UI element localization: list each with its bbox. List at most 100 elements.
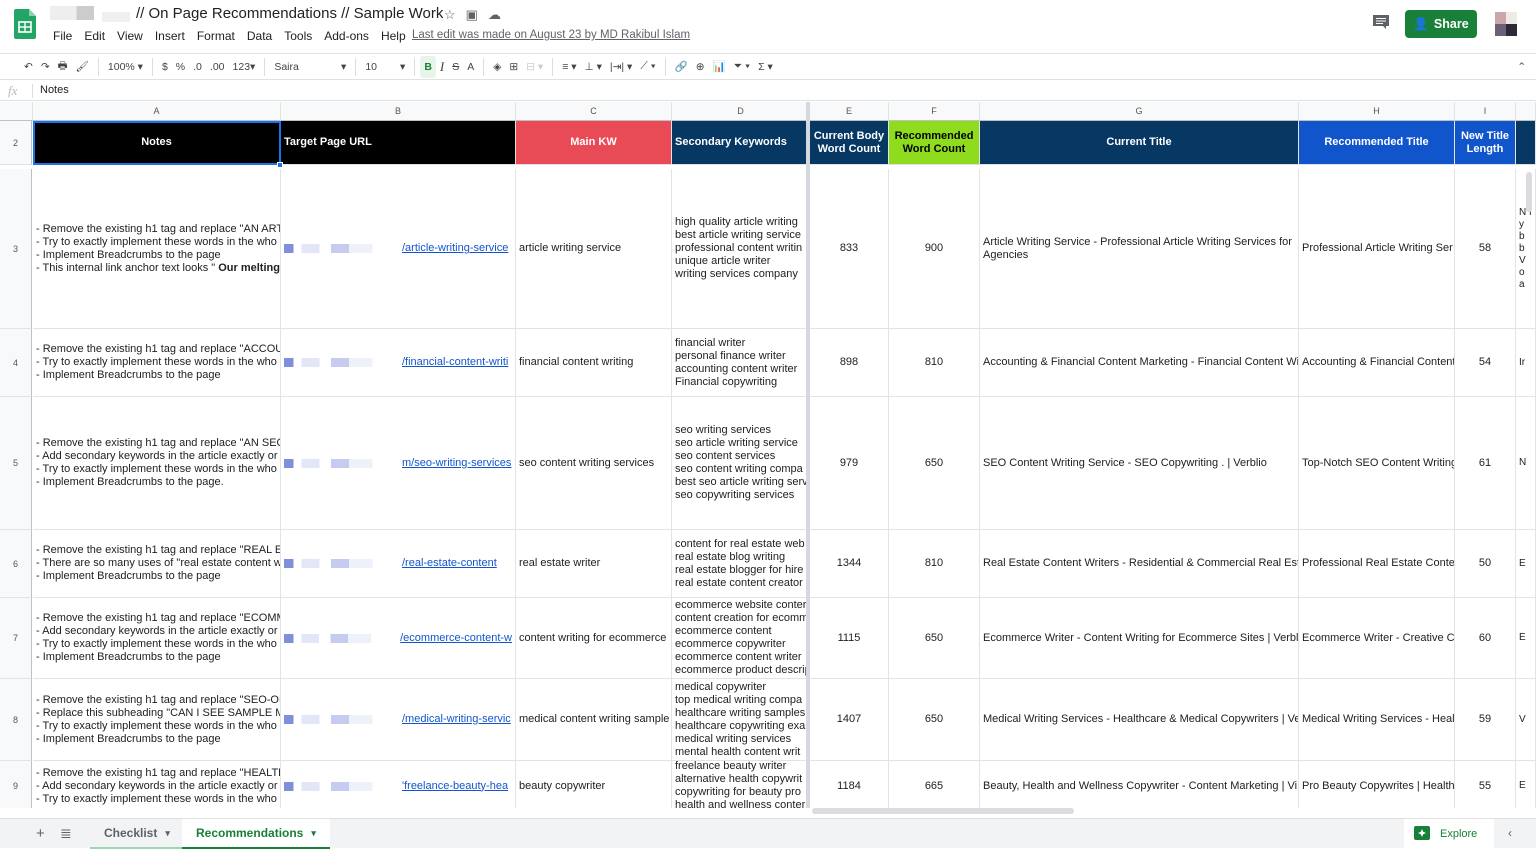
notes-cell[interactable]: - Remove the existing h1 tag and replace… <box>33 530 281 598</box>
column-header-b[interactable]: B <box>281 102 516 121</box>
recommended-word-count-cell[interactable]: 665 <box>889 761 980 808</box>
recommended-word-count-cell[interactable]: 650 <box>889 397 980 530</box>
insert-link-icon[interactable]: 🔗 <box>671 56 692 78</box>
notes-cell[interactable]: - Remove the existing h1 tag and replace… <box>33 598 281 679</box>
star-icon[interactable]: ☆ <box>444 7 456 23</box>
secondary-keywords-cell[interactable]: content for real estate web real estate b… <box>672 530 810 598</box>
menu-tools[interactable]: Tools <box>284 29 312 43</box>
fill-handle[interactable] <box>277 162 283 168</box>
secondary-keywords-cell[interactable]: freelance beauty writer alternative healt… <box>672 761 810 808</box>
url-cell[interactable]: /medical-writing-servic <box>281 679 516 761</box>
document-title[interactable]: // On Page Recommendations // Sample Wor… <box>136 5 443 22</box>
header-cell[interactable]: Current Body Word Count <box>810 121 889 165</box>
add-sheet-icon[interactable]: + <box>36 825 45 842</box>
next-column-cell[interactable]: Ir <box>1516 329 1536 397</box>
font-size-select[interactable]: 10 ▾ <box>361 56 409 78</box>
url-cell[interactable]: /ecommerce-content-w <box>281 598 516 679</box>
undo-icon[interactable]: ↶ <box>20 56 37 78</box>
menu-data[interactable]: Data <box>247 29 272 43</box>
next-column-cell[interactable]: E <box>1516 761 1536 808</box>
header-cell[interactable]: Recommended Title <box>1299 121 1455 165</box>
decrease-decimal-button[interactable]: .0 <box>189 56 206 78</box>
column-header-d[interactable]: D <box>672 102 810 121</box>
main-kw-cell[interactable]: financial content writing <box>516 329 672 397</box>
avatar[interactable] <box>1495 12 1517 36</box>
recommended-word-count-cell[interactable]: 810 <box>889 329 980 397</box>
notes-cell[interactable]: - Remove the existing h1 tag and replace… <box>33 329 281 397</box>
secondary-keywords-cell[interactable]: seo writing services seo article writing … <box>672 397 810 530</box>
url-cell[interactable]: /article-writing-service <box>281 169 516 329</box>
vertical-scrollbar[interactable] <box>1526 172 1532 212</box>
page-url-link[interactable]: /article-writing-service <box>402 242 508 255</box>
url-cell[interactable]: 'freelance-beauty-hea <box>281 761 516 808</box>
current-word-count-cell[interactable]: 1184 <box>810 761 889 808</box>
sheet-tab-recommendations[interactable]: Recommendations ▾ <box>182 819 330 849</box>
increase-decimal-button[interactable]: .00 <box>206 56 229 78</box>
title-length-cell[interactable]: 59 <box>1455 679 1516 761</box>
secondary-keywords-cell[interactable]: medical copywriter top medical writing co… <box>672 679 810 761</box>
dropdown-icon[interactable]: ▾ <box>165 828 170 839</box>
all-sheets-icon[interactable]: ≣ <box>60 825 72 842</box>
current-word-count-cell[interactable]: 898 <box>810 329 889 397</box>
main-kw-cell[interactable]: real estate writer <box>516 530 672 598</box>
title-length-cell[interactable]: 54 <box>1455 329 1516 397</box>
sheet-tab-checklist[interactable]: Checklist ▾ <box>90 819 184 849</box>
menu-view[interactable]: View <box>117 29 143 43</box>
recommended-title-cell[interactable]: Professional Real Estate Conte <box>1299 530 1455 598</box>
page-url-link[interactable]: 'freelance-beauty-hea <box>402 780 508 793</box>
text-rotation-icon[interactable]: ⟋ ▾ <box>636 56 659 78</box>
next-column-cell[interactable]: E <box>1516 530 1536 598</box>
header-cell[interactable] <box>1516 121 1536 165</box>
column-header-g[interactable]: G <box>980 102 1299 121</box>
vertical-align-icon[interactable]: ⊥ ▾ <box>581 56 606 78</box>
notes-cell[interactable]: - Remove the existing h1 tag and replace… <box>33 679 281 761</box>
select-all-corner[interactable] <box>0 102 33 121</box>
main-kw-cell[interactable]: beauty copywriter <box>516 761 672 808</box>
cloud-status-icon[interactable]: ☁ <box>488 7 501 23</box>
column-header-a[interactable]: A <box>33 102 281 121</box>
main-kw-cell[interactable]: article writing service <box>516 169 672 329</box>
header-cell[interactable]: Current Title <box>980 121 1299 165</box>
current-word-count-cell[interactable]: 833 <box>810 169 889 329</box>
row-header[interactable]: 2 <box>0 121 32 165</box>
title-length-cell[interactable]: 58 <box>1455 169 1516 329</box>
header-cell[interactable]: New Title Length <box>1455 121 1516 165</box>
row-header[interactable]: 4 <box>0 329 32 397</box>
menu-addons[interactable]: Add-ons <box>324 29 369 43</box>
notes-cell[interactable]: - Remove the existing h1 tag and replace… <box>33 397 281 530</box>
bold-button[interactable]: B <box>420 55 436 78</box>
explore-button[interactable]: Explore <box>1404 819 1494 849</box>
header-cell[interactable]: Target Page URL <box>281 121 516 165</box>
side-panel-toggle-icon[interactable]: ‹ <box>1508 826 1512 840</box>
fill-color-icon[interactable]: ◈ <box>489 56 505 78</box>
row-header[interactable]: 3 <box>0 169 32 329</box>
dropdown-icon[interactable]: ▾ <box>311 828 316 839</box>
insert-chart-icon[interactable]: 📊 <box>709 56 730 78</box>
next-column-cell[interactable]: V <box>1516 679 1536 761</box>
page-url-link[interactable]: m/seo-writing-services <box>402 457 511 470</box>
percent-format-button[interactable]: % <box>172 56 189 78</box>
comment-history-icon[interactable] <box>1372 14 1390 30</box>
title-length-cell[interactable]: 55 <box>1455 761 1516 808</box>
sheets-logo-icon[interactable] <box>14 9 36 39</box>
recommended-word-count-cell[interactable]: 650 <box>889 598 980 679</box>
redo-icon[interactable]: ↷ <box>37 56 54 78</box>
spreadsheet-grid[interactable]: A B C D E F G H I 2 Notes Target Page URL Main KW Sec… <box>0 102 1536 808</box>
current-title-cell[interactable]: Article Writing Service - Professional A… <box>980 169 1299 329</box>
paint-format-icon[interactable]: 🖌 <box>72 56 93 78</box>
column-header-e[interactable]: E <box>810 102 889 121</box>
column-header-f[interactable]: F <box>889 102 980 121</box>
recommended-word-count-cell[interactable]: 650 <box>889 679 980 761</box>
menu-edit[interactable]: Edit <box>84 29 105 43</box>
current-word-count-cell[interactable]: 1115 <box>810 598 889 679</box>
recommended-title-cell[interactable]: Pro Beauty Copywrites | Health <box>1299 761 1455 808</box>
header-cell[interactable]: Recommended Word Count <box>889 121 980 165</box>
currency-format-button[interactable]: $ <box>158 56 172 78</box>
italic-button[interactable]: I <box>436 56 448 78</box>
current-title-cell[interactable]: SEO Content Writing Service - SEO Copywr… <box>980 397 1299 530</box>
main-kw-cell[interactable]: medical content writing sample <box>516 679 672 761</box>
page-url-link[interactable]: /medical-writing-servic <box>402 713 511 726</box>
current-title-cell[interactable]: Beauty, Health and Wellness Copywriter -… <box>980 761 1299 808</box>
notes-cell[interactable]: - Remove the existing h1 tag and replace… <box>33 761 281 808</box>
title-length-cell[interactable]: 60 <box>1455 598 1516 679</box>
